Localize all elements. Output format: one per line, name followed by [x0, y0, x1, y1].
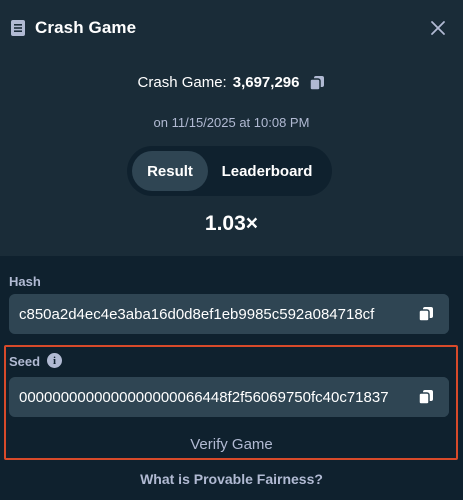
copy-icon[interactable] [309, 75, 325, 91]
copy-icon [418, 390, 433, 405]
seed-value[interactable]: 0000000000000000000066448f2f56069750fc40… [9, 389, 403, 406]
game-id-line: Crash Game: 3,697,296 [0, 74, 463, 91]
hash-field[interactable]: c850a2d4ec4e3aba16d0d8ef1eb9985c592a0847… [9, 294, 449, 334]
document-icon [11, 20, 25, 36]
seed-field[interactable]: 0000000000000000000066448f2f56069750fc40… [9, 377, 449, 417]
tab-leaderboard[interactable]: Leaderboard [208, 151, 326, 191]
verify-game-button[interactable]: Verify Game [0, 436, 463, 453]
copy-hash-button[interactable] [403, 294, 449, 334]
game-date: on 11/15/2025 at 10:08 PM [153, 115, 310, 130]
copy-seed-button[interactable] [403, 377, 449, 417]
tab-switcher: Result Leaderboard [127, 146, 332, 196]
game-label: Crash Game: [137, 74, 227, 91]
hash-value[interactable]: c850a2d4ec4e3aba16d0d8ef1eb9985c592a0847… [9, 306, 403, 323]
hash-label: Hash [9, 274, 41, 289]
copy-icon [418, 307, 433, 322]
provable-fairness-link[interactable]: What is Provable Fairness? [0, 471, 463, 487]
seed-label: Seed [9, 354, 41, 369]
tab-result[interactable]: Result [132, 151, 208, 191]
game-id: 3,697,296 [232, 74, 300, 91]
close-icon [431, 21, 445, 35]
modal-header: Crash Game [0, 0, 463, 56]
modal-title: Crash Game [35, 18, 137, 37]
close-button[interactable] [427, 17, 449, 39]
info-icon[interactable]: i [47, 353, 62, 368]
crash-multiplier: 1.03× [204, 212, 259, 235]
